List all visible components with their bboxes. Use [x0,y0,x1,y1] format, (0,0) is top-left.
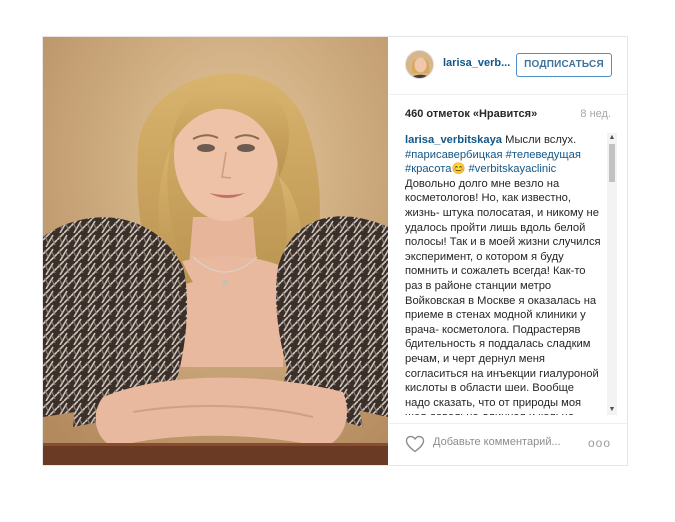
hashtag-link[interactable]: #verbitskayaclinic [469,163,557,175]
instagram-post: larisa_verb... ПОДПИСАТЬСЯ 460 отметок «… [42,36,628,466]
more-options-icon[interactable]: ooo [588,436,611,450]
hashtag-link[interactable]: #телеведущая [506,149,581,161]
heart-icon[interactable] [405,435,425,453]
avatar-image [406,51,433,78]
hashtag-link[interactable]: #красота [405,163,451,175]
caption-text: Довольно долго мне везло на косметологов… [405,177,601,415]
avatar[interactable] [405,50,434,79]
post-details-panel: larisa_verb... ПОДПИСАТЬСЯ 460 отметок «… [389,37,627,465]
scrollbar-thumb[interactable] [609,144,615,182]
scroll-up-arrow-icon[interactable]: ▲ [607,133,617,143]
likes-count[interactable]: 460 отметок «Нравится» [405,108,537,120]
post-age[interactable]: 8 нед. [580,108,611,120]
post-photo[interactable] [43,37,388,465]
caption-author-link[interactable]: larisa_verbitskaya [405,134,502,146]
post-footer: Добавьте комментарий... ooo [389,423,627,465]
username-link[interactable]: larisa_verb... [443,57,513,69]
hashtag-link[interactable]: #парисавербицкая [405,149,503,161]
post-header: larisa_verb... ПОДПИСАТЬСЯ [389,37,627,95]
follow-button[interactable]: ПОДПИСАТЬСЯ [516,53,612,77]
portrait-image [43,37,388,465]
scroll-down-arrow-icon[interactable]: ▼ [607,405,617,415]
comment-input[interactable]: Добавьте комментарий... [433,436,561,448]
smile-emoji-icon: 😊 [451,163,466,176]
caption-scrollbar[interactable]: ▲ ▼ [607,133,617,415]
caption-text: Мысли вслух. [502,134,577,146]
post-caption: larisa_verbitskaya Мысли вслух. #парисав… [405,133,601,415]
